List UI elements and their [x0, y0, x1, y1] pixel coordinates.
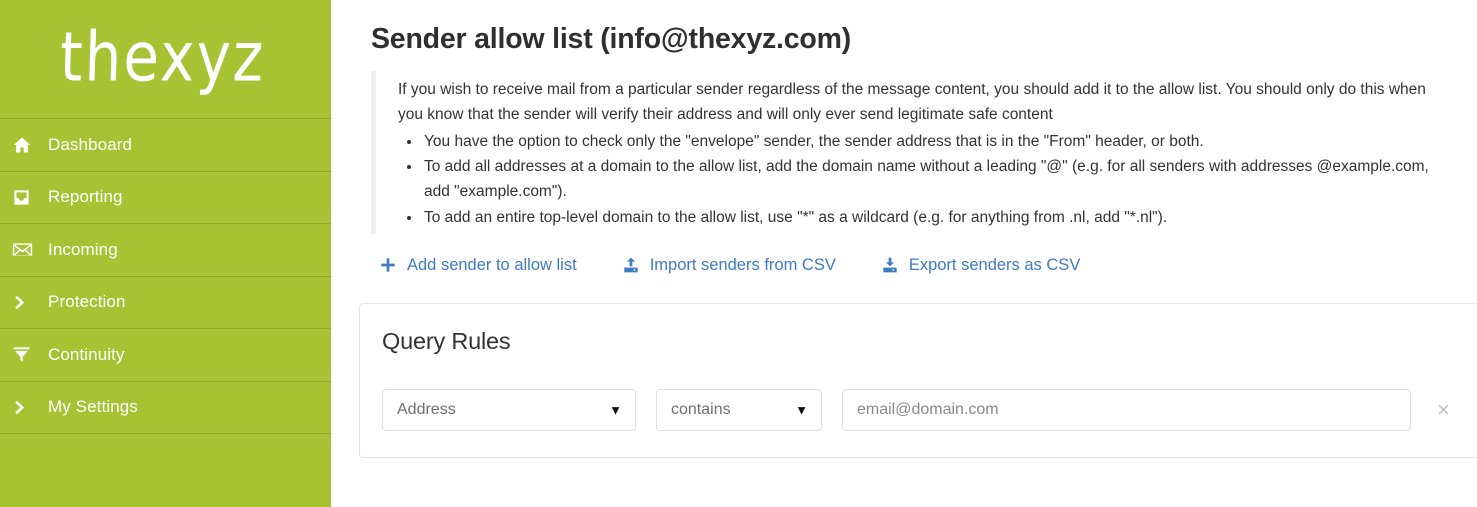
export-senders-label: Export senders as CSV	[908, 255, 1081, 274]
export-senders-link[interactable]: Export senders as CSV	[880, 255, 1081, 275]
sidebar-item-label: Protection	[48, 292, 126, 312]
upload-icon	[621, 257, 641, 273]
query-rules-title: Query Rules	[382, 327, 511, 354]
download-icon	[880, 257, 900, 273]
query-rules-panel: Query Rules Address ▼ contains ▼ ×	[359, 302, 1477, 458]
sidebar-filler	[0, 433, 331, 506]
inbox-icon	[12, 188, 46, 207]
sidebar: thexyz Dashboard Reporting Incoming Prot…	[0, 0, 331, 507]
sidebar-item-my-settings[interactable]: My Settings	[0, 380, 331, 434]
page-title: Sender allow list (info@thexyz.com)	[371, 23, 852, 55]
add-sender-link[interactable]: Add sender to allow list	[378, 256, 577, 275]
callout-bullet: To add all addresses at a domain to the …	[422, 154, 1449, 204]
operator-select-wrap: contains ▼	[656, 388, 822, 431]
filter-icon	[12, 345, 46, 364]
callout-bullet: To add an entire top-level domain to the…	[422, 205, 1449, 230]
sidebar-item-dashboard[interactable]: Dashboard	[0, 118, 331, 171]
plus-icon	[378, 257, 398, 273]
sidebar-item-label: Incoming	[48, 239, 118, 259]
action-links: Add sender to allow list Import senders …	[371, 256, 1449, 275]
sidebar-item-incoming[interactable]: Incoming	[0, 223, 331, 276]
sidebar-item-label: Dashboard	[48, 134, 133, 154]
sidebar-item-reporting[interactable]: Reporting	[0, 170, 331, 224]
chevron-right-icon	[12, 399, 46, 416]
info-callout: If you wish to receive mail from a parti…	[371, 71, 1449, 234]
sidebar-item-label: My Settings	[48, 397, 138, 417]
main-content: Sender allow list (info@thexyz.com) If y…	[331, 0, 1477, 507]
app-root: thexyz Dashboard Reporting Incoming Prot…	[0, 0, 1477, 507]
remove-rule-button[interactable]: ×	[1431, 397, 1456, 423]
callout-bullet-list: You have the option to check only the "e…	[398, 129, 1449, 229]
sidebar-nav: Dashboard Reporting Incoming Protection	[0, 118, 331, 433]
brand-logo-area[interactable]: thexyz	[0, 0, 331, 118]
callout-bullet: You have the option to check only the "e…	[422, 129, 1449, 154]
envelope-icon	[12, 239, 46, 260]
query-rule-row: Address ▼ contains ▼ ×	[382, 388, 1456, 431]
sidebar-item-label: Reporting	[48, 187, 123, 207]
add-sender-label: Add sender to allow list	[407, 255, 577, 274]
sidebar-item-continuity[interactable]: Continuity	[0, 328, 331, 381]
home-icon	[12, 135, 46, 155]
field-select-wrap: Address ▼	[382, 388, 636, 431]
sidebar-item-label: Continuity	[48, 344, 125, 364]
import-senders-label: Import senders from CSV	[649, 255, 836, 274]
sidebar-item-protection[interactable]: Protection	[0, 275, 331, 329]
callout-intro-text: If you wish to receive mail from a parti…	[398, 81, 1426, 124]
field-select[interactable]: Address	[382, 388, 636, 431]
rule-value-input[interactable]	[842, 388, 1412, 431]
chevron-right-icon	[12, 294, 46, 311]
thexyz-logo: thexyz	[58, 16, 267, 98]
operator-select[interactable]: contains	[656, 388, 822, 431]
import-senders-link[interactable]: Import senders from CSV	[621, 256, 836, 275]
